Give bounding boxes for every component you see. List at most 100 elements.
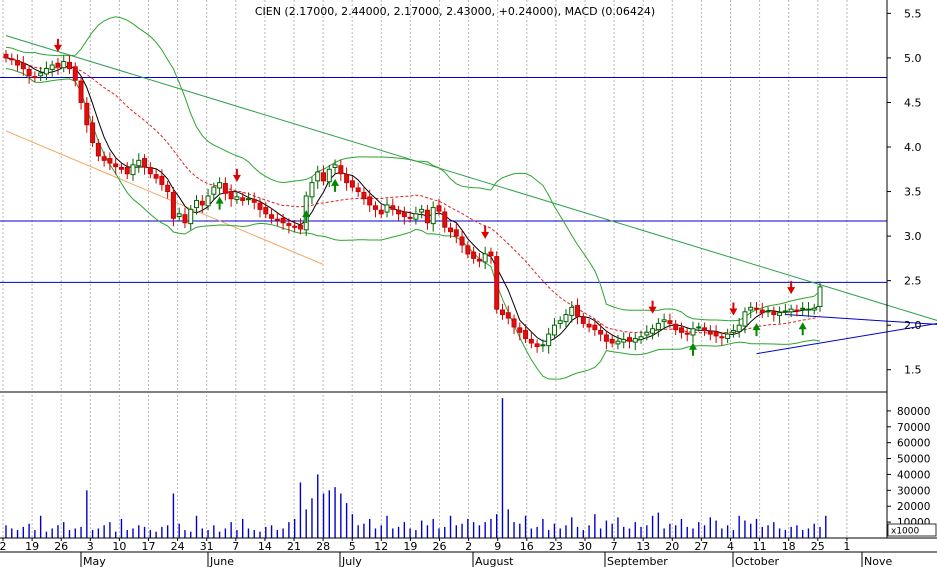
candle-body-67 — [390, 205, 396, 210]
candle-body-63 — [367, 196, 373, 206]
candle-body-103 — [598, 330, 604, 335]
candle-body-11 — [67, 61, 73, 70]
date-tick-label-29: 1 — [843, 540, 850, 553]
candle-body-109 — [632, 338, 638, 343]
candle-body-18 — [107, 158, 113, 164]
candle-body-134 — [777, 312, 783, 316]
candle-body-30 — [176, 213, 182, 217]
date-tick-label-6: 24 — [171, 540, 185, 553]
date-tick-label-1: 19 — [25, 540, 39, 553]
candle-body-47 — [274, 218, 280, 221]
candle-body-15 — [90, 122, 96, 144]
candle-body-113 — [655, 322, 661, 331]
candle-body-93 — [540, 344, 546, 347]
candle-body-57 — [332, 164, 338, 168]
candle-body-94 — [546, 333, 552, 347]
candle-body-22 — [130, 164, 136, 176]
candle-body-96 — [557, 320, 563, 324]
candle-body-19 — [113, 163, 119, 168]
candle-body-60 — [349, 180, 355, 188]
candle-body-125 — [725, 333, 731, 340]
candle-body-4 — [26, 68, 32, 77]
candle-body-26 — [153, 174, 159, 179]
candle-body-5 — [32, 76, 38, 79]
price-tick-label-5: 4.0 — [904, 141, 922, 154]
month-label-3: August — [475, 555, 514, 567]
volume-tick-label-7: 80000 — [897, 406, 930, 418]
candle-body-76 — [442, 211, 448, 228]
candle-body-105 — [609, 338, 615, 344]
candle-body-38 — [222, 183, 228, 194]
candle-body-84 — [488, 251, 494, 257]
candle-body-85 — [494, 256, 500, 310]
candle-body-7 — [43, 68, 49, 75]
month-label-6: Nove — [864, 555, 892, 567]
candle-body-64 — [372, 205, 378, 210]
candle-body-66 — [384, 204, 390, 213]
candle-body-69 — [401, 211, 407, 217]
candle-body-41 — [240, 197, 246, 201]
candle-body-114 — [661, 319, 667, 323]
candle-body-44 — [257, 202, 263, 210]
candle-body-116 — [673, 323, 679, 331]
price-tick-label-1: 2.0 — [904, 319, 922, 332]
date-tick-label-19: 23 — [549, 540, 563, 553]
candle-body-27 — [159, 175, 165, 185]
price-tick-label-2: 2.5 — [904, 275, 922, 288]
date-tick-label-14: 19 — [403, 540, 417, 553]
candle-body-130 — [753, 307, 759, 310]
candle-body-139 — [805, 308, 811, 311]
candle-body-56 — [326, 168, 332, 183]
date-tick-label-21: 7 — [611, 540, 618, 553]
candle-body-8 — [49, 64, 55, 70]
date-tick-label-20: 30 — [578, 540, 592, 553]
candle-body-2 — [15, 60, 21, 66]
candle-body-78 — [453, 229, 459, 237]
candle-body-3 — [20, 62, 26, 70]
date-tick-label-18: 16 — [520, 540, 534, 553]
candle-body-129 — [748, 306, 754, 311]
date-tick-label-17: 9 — [494, 540, 501, 553]
candle-body-55 — [321, 172, 327, 182]
stock-chart: 1.52.02.53.03.54.04.55.05.5 100002000030… — [0, 0, 937, 567]
date-tick-label-27: 18 — [782, 540, 796, 553]
date-tick-label-13: 12 — [374, 540, 388, 553]
candle-body-118 — [684, 332, 690, 335]
candle-body-126 — [730, 330, 736, 333]
candle-body-20 — [118, 166, 124, 170]
month-label-5: October — [735, 555, 779, 567]
date-tick-label-8: 7 — [232, 540, 239, 553]
candle-body-81 — [471, 251, 477, 259]
candle-body-107 — [621, 338, 627, 343]
candle-body-32 — [188, 208, 194, 225]
candle-body-65 — [378, 209, 384, 215]
candle-body-17 — [101, 156, 107, 161]
candle-body-73 — [424, 209, 430, 224]
candle-body-112 — [650, 328, 656, 334]
date-tick-label-3: 3 — [87, 540, 94, 553]
candle-body-79 — [459, 236, 465, 246]
candle-body-122 — [707, 330, 713, 335]
candle-body-108 — [626, 337, 632, 342]
candle-body-43 — [251, 199, 257, 203]
candle-body-58 — [338, 165, 344, 175]
candle-body-115 — [667, 320, 673, 324]
candle-body-132 — [765, 310, 771, 313]
date-tick-label-5: 17 — [142, 540, 156, 553]
date-tick-label-7: 31 — [200, 540, 214, 553]
date-tick-label-25: 4 — [727, 540, 734, 553]
date-tick-label-16: 2 — [465, 540, 472, 553]
candle-body-61 — [355, 187, 361, 193]
candle-body-0 — [3, 53, 9, 59]
volume-tick-label-1: 20000 — [897, 501, 930, 513]
candle-body-99 — [575, 305, 581, 317]
candle-body-87 — [505, 312, 511, 319]
candle-body-40 — [234, 196, 240, 201]
price-tick-label-7: 5.0 — [904, 52, 922, 65]
date-tick-label-26: 11 — [753, 540, 767, 553]
candle-body-104 — [603, 334, 609, 342]
candle-body-10 — [61, 60, 67, 69]
candle-body-82 — [476, 258, 482, 262]
date-tick-label-10: 21 — [287, 540, 301, 553]
candle-body-62 — [361, 191, 367, 200]
